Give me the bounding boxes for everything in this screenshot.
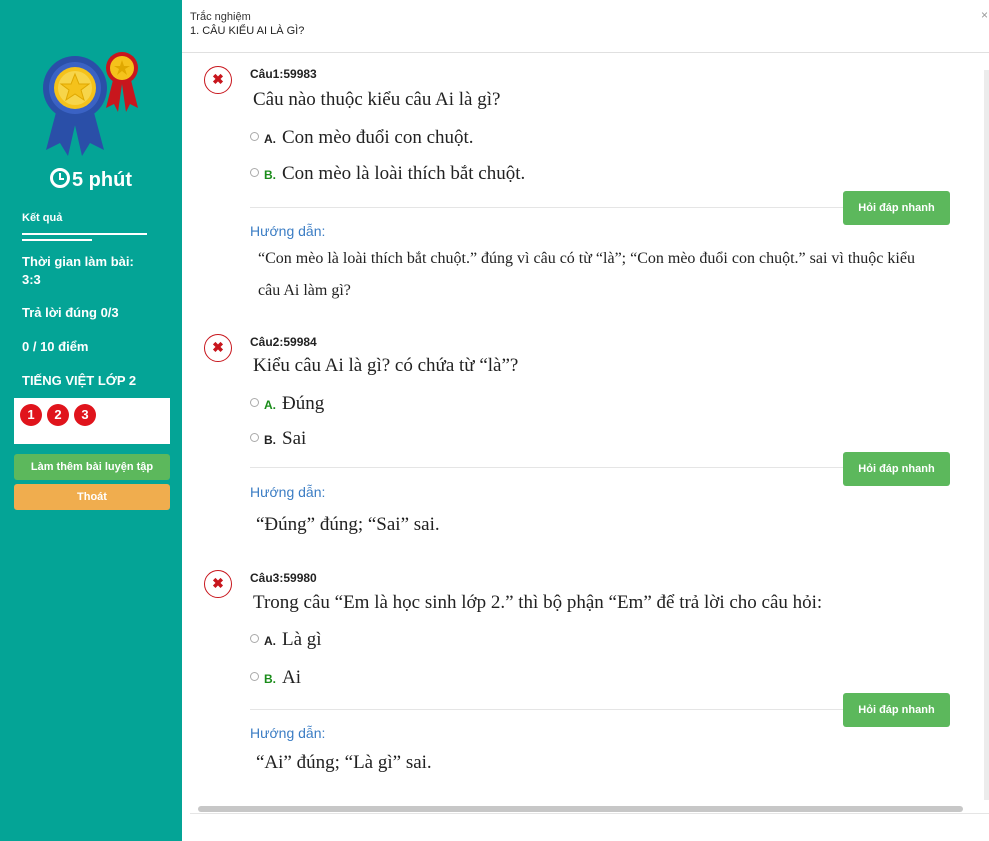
question-id: Câu3:59980 — [250, 571, 317, 585]
x-mark-icon: ✖ — [204, 66, 232, 94]
guide-label[interactable]: Hướng dẫn: — [250, 725, 325, 741]
question-id: Câu2:59984 — [250, 335, 317, 349]
guide-label[interactable]: Hướng dẫn: — [250, 484, 325, 500]
clock-icon — [50, 168, 70, 188]
quick-answer-button[interactable]: Hỏi đáp nhanh — [843, 693, 950, 727]
option-letter: B. — [264, 168, 276, 182]
question-text: Kiểu câu Ai là gì? có chứa từ “là”? — [253, 355, 519, 376]
answer-option[interactable]: B. Con mèo là loài thích bắt chuột. — [250, 163, 525, 185]
score: 0 / 10 điểm — [22, 339, 89, 354]
explanation-text: “Con mèo là loài thích bắt chuột.” đúng … — [258, 250, 915, 267]
option-letter: A. — [264, 634, 276, 648]
divider — [22, 233, 147, 235]
result-label: Kết quả — [22, 212, 63, 224]
x-mark-icon: ✖ — [204, 334, 232, 362]
radio-icon[interactable] — [250, 132, 259, 141]
answer-option[interactable]: B. Sai — [250, 428, 306, 450]
option-text: Con mèo là loài thích bắt chuột. — [282, 163, 526, 184]
radio-icon[interactable] — [250, 634, 259, 643]
timer: 5 phút — [0, 168, 182, 192]
vertical-scrollbar[interactable] — [984, 70, 989, 800]
sidebar: 5 phút Kết quả Thời gian làm bài: 3:3 Tr… — [0, 0, 182, 841]
option-letter: B. — [264, 672, 276, 686]
header-divider — [182, 52, 989, 53]
question-text: Trong câu “Em là học sinh lớp 2.” thì bộ… — [253, 592, 823, 613]
award-medal-icon — [43, 52, 138, 156]
horizontal-scrollbar[interactable] — [198, 806, 963, 812]
radio-icon[interactable] — [250, 168, 259, 177]
option-text: Là gì — [282, 629, 322, 650]
quick-answer-button[interactable]: Hỏi đáp nhanh — [843, 191, 950, 225]
close-icon[interactable]: × — [981, 8, 988, 22]
divider — [22, 239, 92, 241]
x-mark-icon: ✖ — [204, 570, 232, 598]
option-letter: A. — [264, 398, 276, 412]
time-label: Thời gian làm bài: — [22, 254, 134, 269]
radio-icon[interactable] — [250, 672, 259, 681]
time-value: 3:3 — [22, 272, 41, 287]
bottom-divider — [190, 813, 989, 814]
question-nav: 1 2 3 — [14, 398, 170, 444]
quick-answer-button[interactable]: Hỏi đáp nhanh — [843, 452, 950, 486]
radio-icon[interactable] — [250, 398, 259, 407]
subject: TIẾNG VIỆT LỚP 2 — [22, 373, 137, 388]
explanation-text: “Đúng” đúng; “Sai” sai. — [256, 514, 440, 535]
guide-label[interactable]: Hướng dẫn: — [250, 223, 325, 239]
more-practice-button[interactable]: Làm thêm bài luyện tập — [14, 454, 170, 480]
page-title: Trắc nghiệm — [190, 11, 251, 23]
option-text: Con mèo đuổi con chuột. — [282, 127, 474, 148]
option-text: Sai — [282, 428, 307, 449]
question-id: Câu1:59983 — [250, 67, 317, 81]
explanation-text: “Ai” đúng; “Là gì” sai. — [256, 752, 432, 773]
question-nav-item[interactable]: 1 — [20, 404, 42, 426]
explanation-text: câu Ai làm gì? — [258, 282, 351, 299]
correct-count: Trả lời đúng 0/3 — [22, 305, 119, 320]
answer-option[interactable]: A. Đúng — [250, 393, 324, 415]
answer-option[interactable]: A. Con mèo đuổi con chuột. — [250, 127, 474, 149]
question-text: Câu nào thuộc kiểu câu Ai là gì? — [253, 89, 501, 110]
option-text: Đúng — [282, 393, 325, 414]
question-nav-item[interactable]: 3 — [74, 404, 96, 426]
answer-option[interactable]: A. Là gì — [250, 629, 322, 651]
radio-icon[interactable] — [250, 433, 259, 442]
question-nav-item[interactable]: 2 — [47, 404, 69, 426]
timer-value: 5 phút — [72, 169, 132, 191]
option-text: Ai — [282, 667, 301, 688]
answer-option[interactable]: B. Ai — [250, 667, 301, 689]
exit-button[interactable]: Thoát — [14, 484, 170, 510]
option-letter: B. — [264, 433, 276, 447]
option-letter: A. — [264, 132, 276, 146]
page-subtitle: 1. CÂU KIỂU AI LÀ GÌ? — [190, 25, 305, 37]
